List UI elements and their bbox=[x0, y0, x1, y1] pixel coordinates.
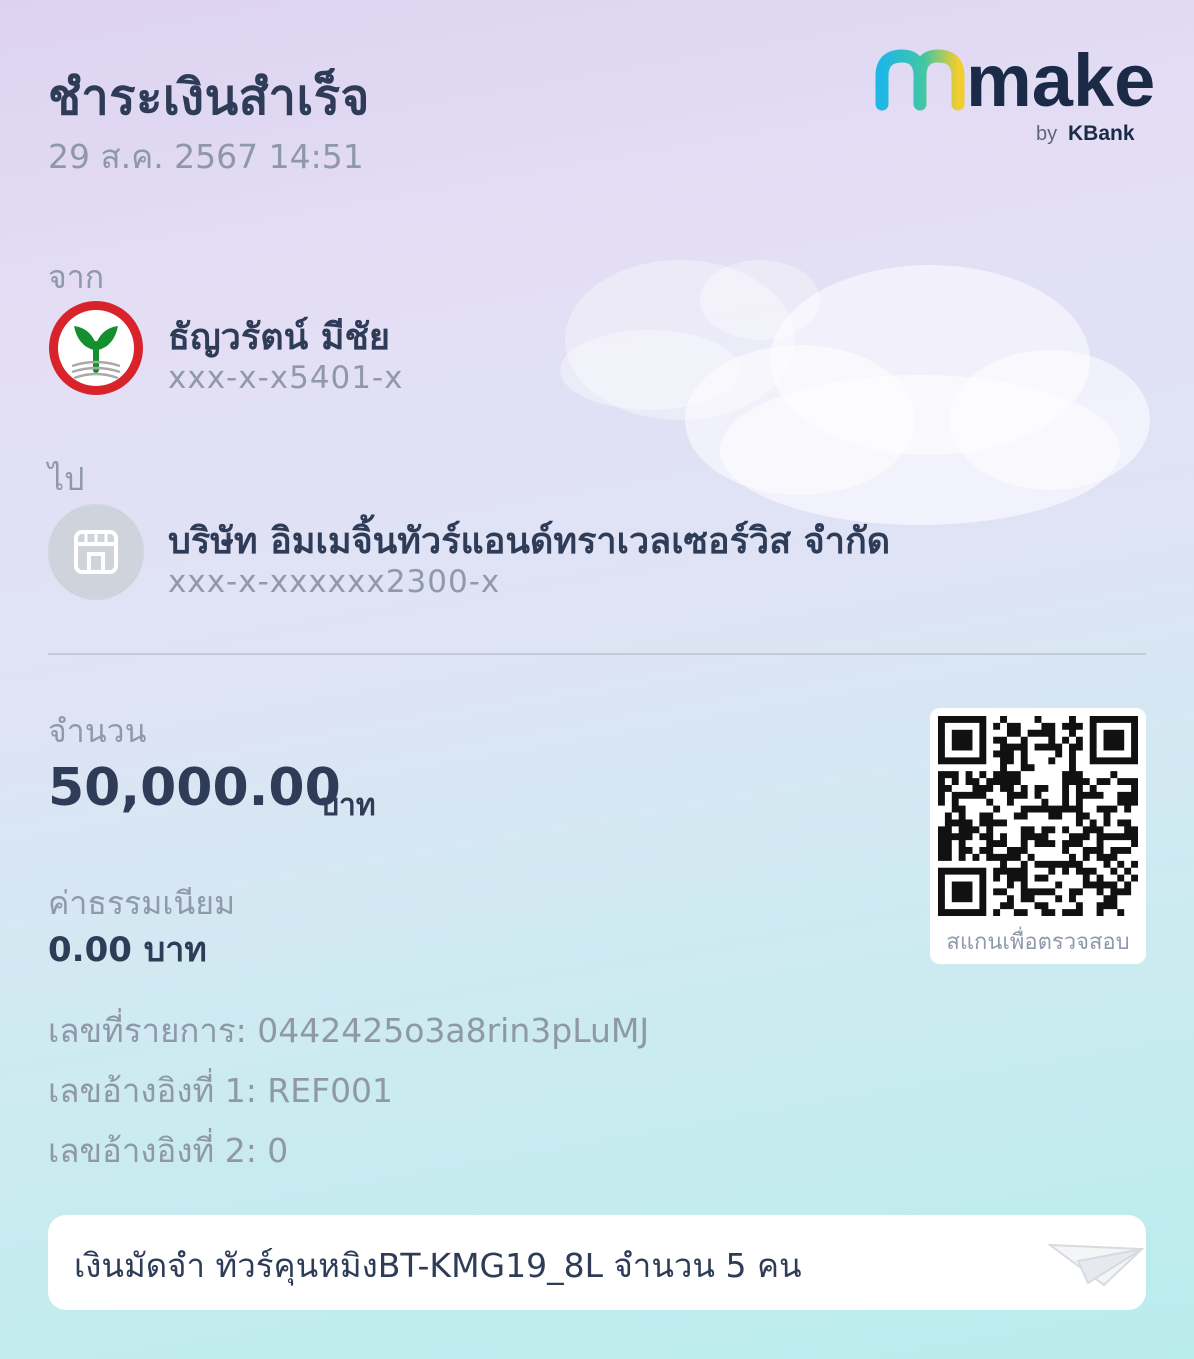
qr-finder-pattern bbox=[1089, 716, 1138, 765]
recipient-account: xxx-x-xxxxxx2300-x bbox=[168, 564, 501, 600]
logo-by-text: by bbox=[1036, 123, 1057, 145]
qr-finder-pattern bbox=[938, 867, 987, 916]
from-label: จาก bbox=[48, 258, 105, 296]
reference-1: เลขอ้างอิงที่ 1: REF001 bbox=[48, 1071, 394, 1110]
store-icon bbox=[48, 504, 144, 600]
divider bbox=[48, 653, 1146, 655]
memo-text: เงินมัดจำ ทัวร์คุนหมิงBT-KMG19_8L จำนวน … bbox=[74, 1246, 802, 1285]
to-label: ไป bbox=[48, 460, 85, 498]
qr-verification-card[interactable]: สแกนเพื่อตรวจสอบ bbox=[930, 708, 1146, 964]
reference-2: เลขอ้างอิงที่ 2: 0 bbox=[48, 1131, 289, 1170]
qr-caption: สแกนเพื่อตรวจสอบ bbox=[946, 930, 1130, 955]
logo-word: make bbox=[966, 39, 1154, 122]
make-by-kbank-logo: make by KBank bbox=[874, 38, 1154, 153]
recipient-name: บริษัท อิมเมจิ้นทัวร์แอนด์ทราเวลเซอร์วิส… bbox=[168, 521, 891, 562]
qr-finder-pattern bbox=[938, 716, 987, 765]
sender-name: ธัญวรัตน์ มีชัย bbox=[168, 317, 390, 358]
amount-value: 50,000.00 bbox=[48, 758, 341, 818]
logo-bank-text: KBank bbox=[1068, 122, 1135, 145]
memo-box: เงินมัดจำ ทัวร์คุนหมิงBT-KMG19_8L จำนวน … bbox=[48, 1215, 1146, 1310]
transaction-datetime: 29 ส.ค. 2567 14:51 bbox=[48, 137, 364, 176]
fee-value: 0.00 บาท bbox=[48, 930, 207, 970]
paper-plane-icon bbox=[1048, 1243, 1144, 1287]
transaction-id: เลขที่รายการ: 0442425o3a8rin3pLuMJ bbox=[48, 1011, 650, 1050]
amount-unit: บาท bbox=[320, 788, 376, 823]
sender-account: xxx-x-x5401-x bbox=[168, 360, 404, 396]
qr-code bbox=[938, 716, 1138, 916]
kbank-logo-icon bbox=[48, 300, 144, 396]
page-title: ชำระเงินสำเร็จ bbox=[48, 69, 370, 126]
amount-label: จำนวน bbox=[48, 712, 147, 750]
